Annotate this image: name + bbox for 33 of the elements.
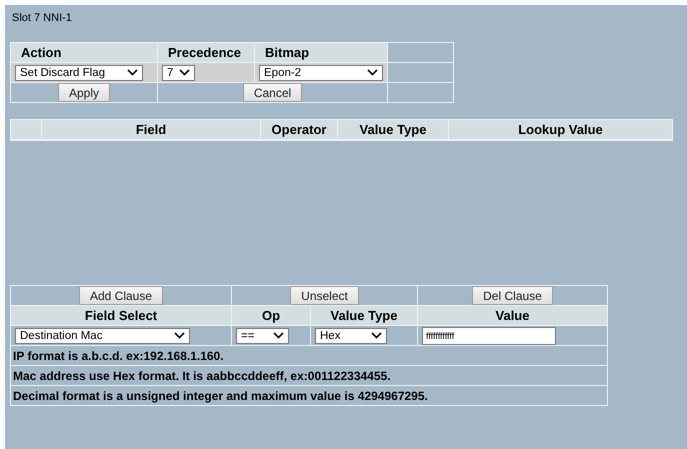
column-header: Bitmap <box>255 43 388 63</box>
action-dropdown[interactable]: Set Discard Flag <box>15 64 143 80</box>
column-header: Value Type <box>311 306 418 326</box>
column-header: Value Type <box>338 120 449 140</box>
format-note: Mac address use Hex format. It is aabbccddeeff, ex:001122334455. <box>13 368 391 382</box>
value-type-dropdown[interactable]: Hex <box>315 328 387 344</box>
column-header: Operator <box>261 120 338 140</box>
add-clause-button[interactable]: Add Clause <box>78 286 164 305</box>
chevron-down-icon <box>273 332 284 339</box>
precedence-dropdown[interactable]: 7 <box>162 64 195 80</box>
column-header: Field Select <box>11 306 232 326</box>
value-input-field[interactable]: ffffffffffff <box>422 326 556 344</box>
chevron-down-icon <box>179 69 190 76</box>
del-clause-button[interactable]: Del Clause <box>472 286 553 305</box>
column-header: Precedence <box>158 43 255 63</box>
unselect-button[interactable]: Unselect <box>290 286 359 305</box>
page-title: Slot 7 NNI-1 <box>12 12 73 24</box>
field-select-dropdown[interactable]: Destination Mac <box>15 328 190 344</box>
format-note: Decimal format is a unsigned integer and maximum value is 4294967295. <box>13 388 428 402</box>
column-header: Lookup Value <box>449 120 672 140</box>
column-header: Action <box>11 43 158 63</box>
chevron-down-icon <box>371 332 382 339</box>
column-header: Value <box>418 306 607 326</box>
bitmap-dropdown[interactable]: Epon-2 <box>259 64 383 80</box>
chevron-down-icon <box>367 69 378 76</box>
cancel-button[interactable]: Cancel <box>242 83 302 102</box>
op-dropdown[interactable]: == <box>236 328 289 344</box>
chevron-down-icon <box>174 332 185 339</box>
format-note: IP format is a.b.c.d. ex:192.168.1.160. <box>13 348 224 362</box>
column-header: Field <box>42 120 261 140</box>
column-header: Op <box>232 306 311 326</box>
chevron-down-icon <box>127 69 138 76</box>
apply-button[interactable]: Apply <box>58 83 110 102</box>
